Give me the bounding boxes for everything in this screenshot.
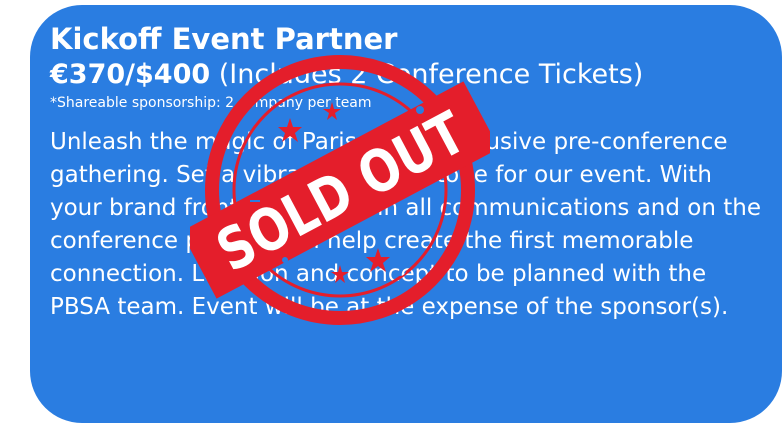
star-icon — [278, 118, 302, 142]
price: €370/$400 — [50, 59, 211, 90]
star-icon — [366, 248, 390, 272]
sold-out-label: SOLD OUT — [206, 98, 477, 285]
star-icon — [331, 265, 349, 283]
sold-out-stamp: SOLD OUT — [190, 55, 490, 325]
star-icon — [323, 102, 341, 120]
